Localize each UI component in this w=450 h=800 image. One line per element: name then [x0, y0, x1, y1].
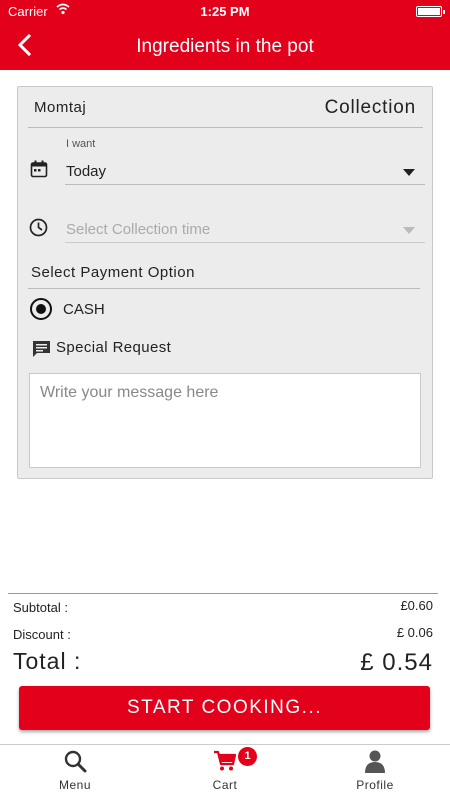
calendar-icon: [30, 160, 48, 178]
start-cooking-button[interactable]: START COOKING...: [19, 686, 430, 730]
app-header: Carrier 1:25 PM Ingredients in the pot: [0, 0, 450, 70]
cart-count-badge: 1: [238, 747, 257, 766]
divider: [28, 127, 423, 128]
tab-label: Menu: [58, 778, 92, 792]
divider: [28, 288, 420, 289]
cart-icon: [214, 750, 237, 771]
search-icon: [64, 750, 87, 773]
message-icon: [33, 341, 50, 357]
tab-cart[interactable]: 1 Cart: [150, 745, 300, 800]
divider: [65, 184, 425, 185]
tab-label: Profile: [356, 778, 394, 792]
tab-profile[interactable]: Profile: [300, 745, 450, 800]
battery-icon: [416, 6, 445, 17]
order-details-card: Momtaj Collection I want Today Select Co…: [17, 86, 433, 479]
page-title: Ingredients in the pot: [136, 36, 314, 57]
cash-radio[interactable]: [30, 298, 52, 320]
collection-time-placeholder: Select Collection time: [66, 221, 211, 238]
special-request-label: Special Request: [56, 339, 172, 356]
restaurant-name: Momtaj: [34, 99, 87, 116]
order-type: Collection: [324, 97, 416, 118]
total-value: £ 0.54: [360, 649, 433, 676]
discount-value: £ 0.06: [396, 625, 433, 640]
clock-icon: [29, 218, 48, 237]
chevron-down-icon: [403, 227, 415, 234]
special-request-input[interactable]: [29, 373, 421, 468]
total-label: Total :: [13, 648, 82, 674]
chevron-down-icon: [403, 169, 415, 176]
divider: [8, 593, 438, 594]
cash-label[interactable]: CASH: [63, 301, 105, 318]
payment-option-label: Select Payment Option: [31, 264, 195, 281]
tab-menu[interactable]: Menu: [0, 745, 150, 800]
tab-label: Cart: [212, 778, 238, 792]
when-label: I want: [66, 138, 96, 150]
subtotal-value: £0.60: [400, 598, 433, 613]
discount-label: Discount :: [13, 627, 71, 642]
status-time: 1:25 PM: [200, 4, 250, 19]
subtotal-label: Subtotal :: [13, 600, 68, 615]
person-icon: [365, 750, 385, 773]
divider: [65, 242, 425, 243]
status-bar: Carrier 1:25 PM: [0, 0, 450, 22]
when-value: Today: [66, 163, 107, 180]
tab-bar: Menu 1 Cart Profile: [0, 744, 450, 800]
